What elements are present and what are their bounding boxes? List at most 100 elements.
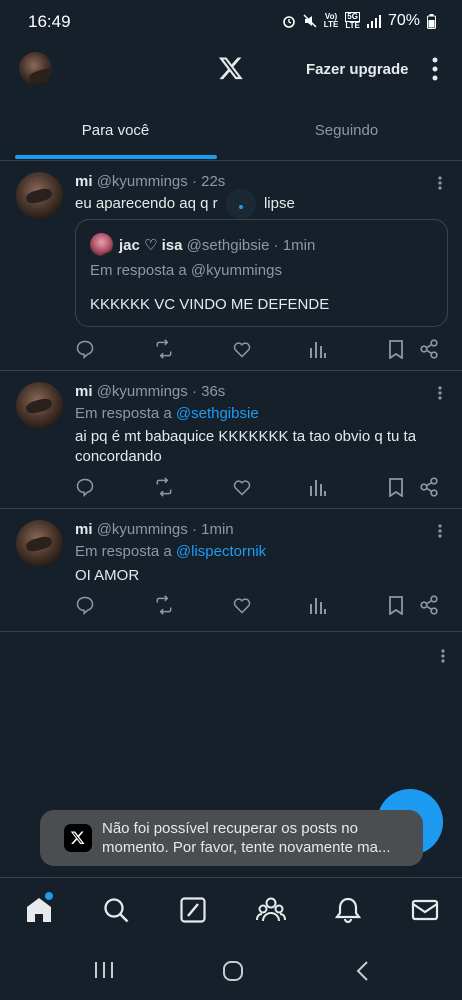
alarm-icon bbox=[282, 14, 296, 28]
tab-following-label: Seguindo bbox=[314, 122, 379, 139]
post-more-icon[interactable] bbox=[438, 386, 442, 400]
reply-icon[interactable] bbox=[75, 339, 97, 361]
author-name[interactable]: mi bbox=[75, 173, 93, 190]
tab-for-you[interactable]: Para você bbox=[0, 108, 231, 160]
post-2[interactable]: mi @kyummings · 36s Em resposta a @sethg… bbox=[0, 371, 462, 509]
loading-spinner bbox=[225, 189, 256, 220]
home-button-icon[interactable] bbox=[222, 960, 244, 982]
error-toast: Não foi possível recuperar os posts no m… bbox=[40, 810, 423, 866]
more-options-icon[interactable] bbox=[432, 57, 438, 81]
tab-for-you-label: Para você bbox=[81, 122, 150, 139]
post-actions bbox=[75, 595, 445, 619]
feed-more-icon[interactable] bbox=[441, 649, 445, 663]
upgrade-button[interactable]: Fazer upgrade bbox=[306, 61, 409, 78]
battery-icon bbox=[427, 13, 436, 29]
timeline-tabs: Para você Seguindo bbox=[0, 108, 462, 161]
top-app-bar: Fazer upgrade bbox=[0, 44, 462, 94]
post-actions bbox=[75, 477, 445, 501]
views-icon[interactable] bbox=[309, 339, 331, 361]
network-indicator: 5G LTE bbox=[345, 12, 360, 30]
post-more-icon[interactable] bbox=[438, 176, 442, 190]
x-logo-icon bbox=[64, 824, 92, 852]
home-icon[interactable] bbox=[25, 892, 53, 924]
volte-indicator: Vo) LTE bbox=[324, 13, 339, 29]
post-3[interactable]: mi @kyummings · 1min Em resposta a @lisp… bbox=[0, 509, 462, 632]
reply-line: Em resposta a @sethgibsie bbox=[75, 405, 259, 422]
reply-line: Em resposta a @lispectornik bbox=[75, 543, 266, 560]
reply-to-link[interactable]: @lispectornik bbox=[176, 543, 266, 560]
volte-bottom-label: LTE bbox=[323, 20, 339, 29]
views-icon[interactable] bbox=[309, 595, 331, 617]
author-handle[interactable]: @kyummings bbox=[97, 173, 188, 190]
post-time: · 22s bbox=[191, 173, 226, 190]
avatar[interactable] bbox=[16, 172, 63, 219]
quoted-reply-line: Em resposta a @kyummings bbox=[90, 262, 282, 279]
share-icon[interactable] bbox=[420, 595, 442, 617]
post-time: · 1min bbox=[191, 521, 234, 538]
tab-following[interactable]: Seguindo bbox=[231, 108, 462, 160]
avatar[interactable] bbox=[16, 520, 63, 567]
repost-icon[interactable] bbox=[153, 477, 175, 499]
messages-icon[interactable] bbox=[411, 896, 439, 924]
author-name[interactable]: mi bbox=[75, 383, 93, 400]
post-time: · 36s bbox=[191, 383, 226, 400]
views-icon[interactable] bbox=[309, 477, 331, 499]
reply-icon[interactable] bbox=[75, 595, 97, 617]
bookmark-icon[interactable] bbox=[387, 595, 409, 617]
bookmark-icon[interactable] bbox=[387, 477, 409, 499]
bookmark-icon[interactable] bbox=[387, 339, 409, 361]
search-icon[interactable] bbox=[102, 896, 130, 924]
reply-prefix: Em resposta a bbox=[75, 543, 172, 560]
post-header: mi @kyummings · 36s bbox=[75, 383, 225, 400]
toast-message: Não foi possível recuperar os posts no m… bbox=[102, 820, 391, 856]
notification-dot bbox=[45, 892, 53, 900]
quoted-header: jac ♡ isa @sethgibsie · 1min bbox=[119, 236, 315, 254]
quoted-text: KKKKKK VC VINDO ME DEFENDE bbox=[90, 296, 330, 313]
post-text: OI AMOR bbox=[75, 567, 140, 584]
author-name[interactable]: mi bbox=[75, 521, 93, 538]
like-icon[interactable] bbox=[232, 339, 254, 361]
quoted-author-handle[interactable]: @sethgibsie bbox=[187, 237, 270, 254]
quoted-post[interactable]: jac ♡ isa @sethgibsie · 1min Em resposta… bbox=[75, 219, 448, 327]
profile-avatar-button[interactable] bbox=[19, 52, 52, 85]
communities-icon[interactable] bbox=[256, 896, 286, 924]
author-handle[interactable]: @kyummings bbox=[97, 383, 188, 400]
back-icon[interactable] bbox=[355, 960, 369, 982]
status-icons: Vo) LTE 5G LTE 70% bbox=[282, 12, 436, 30]
system-navigation bbox=[0, 942, 462, 1000]
x-logo-icon[interactable] bbox=[218, 55, 244, 81]
post-1[interactable]: mi @kyummings · 22s eu aparecendo aq q r… bbox=[0, 161, 462, 371]
quoted-time: · 1min bbox=[273, 237, 316, 254]
quoted-author-name[interactable]: jac ♡ isa bbox=[119, 237, 183, 254]
signal-icon bbox=[366, 14, 381, 28]
notifications-icon[interactable] bbox=[334, 896, 362, 924]
post-text: eu aparecendo aq q r lipse bbox=[75, 189, 445, 220]
repost-icon[interactable] bbox=[153, 595, 175, 617]
status-bar: 16:49 Vo) LTE 5G LTE 70% bbox=[0, 0, 462, 44]
share-icon[interactable] bbox=[420, 339, 442, 361]
post-actions bbox=[75, 339, 445, 363]
reply-to-link[interactable]: @sethgibsie bbox=[176, 405, 259, 422]
bottom-navigation bbox=[0, 877, 462, 943]
avatar[interactable] bbox=[16, 382, 63, 429]
author-handle[interactable]: @kyummings bbox=[97, 521, 188, 538]
share-icon[interactable] bbox=[420, 477, 442, 499]
mute-icon bbox=[303, 14, 317, 28]
reply-prefix: Em resposta a bbox=[75, 405, 172, 422]
active-tab-indicator bbox=[15, 155, 217, 159]
post-text-start: eu aparecendo aq q r bbox=[75, 195, 218, 212]
post-more-icon[interactable] bbox=[438, 524, 442, 538]
recent-apps-icon[interactable] bbox=[93, 961, 115, 979]
battery-percent: 70% bbox=[387, 12, 420, 29]
post-header: mi @kyummings · 1min bbox=[75, 521, 234, 538]
grok-icon[interactable] bbox=[179, 896, 207, 924]
repost-icon[interactable] bbox=[153, 339, 175, 361]
quoted-avatar[interactable] bbox=[90, 233, 113, 256]
post-text: ai pq é mt babaquice KKKKKKK ta tao obvi… bbox=[75, 428, 417, 465]
network-bottom-label: LTE bbox=[345, 21, 360, 30]
status-time: 16:49 bbox=[28, 12, 71, 31]
like-icon[interactable] bbox=[232, 477, 254, 499]
like-icon[interactable] bbox=[232, 595, 254, 617]
post-text-end: lipse bbox=[263, 195, 295, 212]
reply-icon[interactable] bbox=[75, 477, 97, 499]
